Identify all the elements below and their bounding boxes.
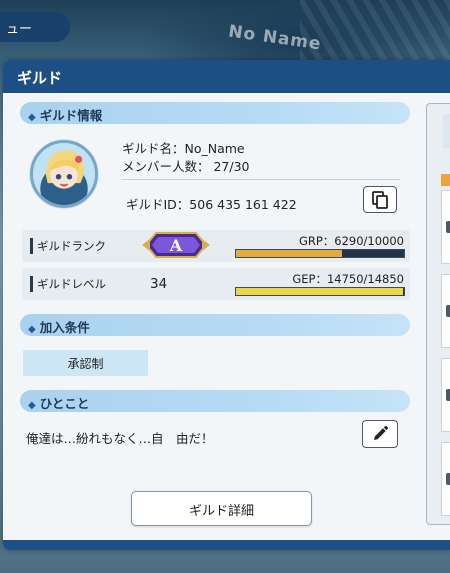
copy-icon: [372, 190, 388, 209]
section-comment-label: ひとこと: [39, 396, 90, 411]
side-panel-card[interactable]: [441, 358, 450, 432]
side-panel: [426, 103, 450, 525]
background-decoration: [300, 0, 450, 60]
guild-level-label: ギルドレベル: [37, 277, 106, 291]
guild-level-value: 34: [150, 276, 168, 292]
section-join-conditions: ◆ 加入条件: [20, 314, 410, 336]
guild-name: ギルド名：No_Name: [122, 141, 245, 156]
side-panel-card[interactable]: [441, 190, 450, 264]
guild-id: ギルドID：506 435 161 422: [126, 197, 297, 212]
grp-caption: GRP：6290/10000: [298, 234, 404, 248]
diamond-bullet-icon: ◆: [28, 400, 36, 411]
section-guild-info-label: ギルド情報: [39, 108, 103, 123]
grp-progress-fill: [236, 250, 342, 257]
member-count: メンバー人数： 27/30: [122, 159, 250, 174]
guild-level-row: ギルドレベル 34 GEP：14750/14850: [22, 268, 410, 300]
side-panel-tab[interactable]: [443, 114, 450, 148]
guild-info-panel: ◆ ギルド情報 ギルド名：No_Name メンバー人数： 27/30 ギルドID：…: [20, 102, 410, 532]
row-marker: [30, 238, 33, 254]
card-icon: [446, 473, 450, 485]
section-comment: ◆ ひとこと: [20, 390, 410, 412]
section-guild-info: ◆ ギルド情報: [20, 102, 410, 124]
edit-comment-button[interactable]: [362, 420, 398, 448]
guild-rank-row: ギルドランク A GRP：6290/10000: [22, 230, 410, 262]
avatar-portrait-icon: [33, 143, 95, 205]
modal-bottom-stripe: [3, 540, 450, 550]
copy-id-button[interactable]: [363, 186, 397, 213]
card-icon: [446, 305, 450, 317]
row-marker: [30, 276, 33, 292]
gep-progress-bar: [235, 287, 405, 296]
side-panel-tag: [441, 174, 450, 186]
diamond-bullet-icon: ◆: [28, 324, 36, 335]
side-panel-card[interactable]: [441, 274, 450, 348]
gep-caption: GEP：14750/14850: [292, 272, 404, 286]
card-icon: [446, 389, 450, 401]
join-condition-value: 承認制: [23, 350, 148, 376]
guild-modal: ギルド ◆ ギルド情報 ギルド名：No_Name メンバー人数： 27/30 ギル…: [3, 60, 450, 550]
modal-title: ギルド: [3, 60, 450, 93]
diamond-bullet-icon: ◆: [28, 112, 36, 123]
gep-progress-fill: [236, 288, 403, 295]
guild-rank-label: ギルドランク: [37, 239, 106, 253]
guild-avatar: [30, 140, 98, 208]
info-divider: [122, 179, 400, 180]
guild-comment: 俺達は…紛れもなく…自 由だ！: [26, 431, 214, 446]
pencil-icon: [374, 425, 388, 440]
rank-letter: A: [169, 236, 183, 255]
guild-details-button[interactable]: ギルド詳細: [131, 491, 312, 526]
rank-badge-icon: A: [142, 232, 210, 258]
card-icon: [446, 221, 450, 233]
grp-progress-bar: [235, 249, 405, 258]
side-panel-card[interactable]: [441, 442, 450, 516]
top-menu-tab[interactable]: ュー: [0, 12, 70, 42]
section-join-conditions-label: 加入条件: [39, 320, 90, 335]
